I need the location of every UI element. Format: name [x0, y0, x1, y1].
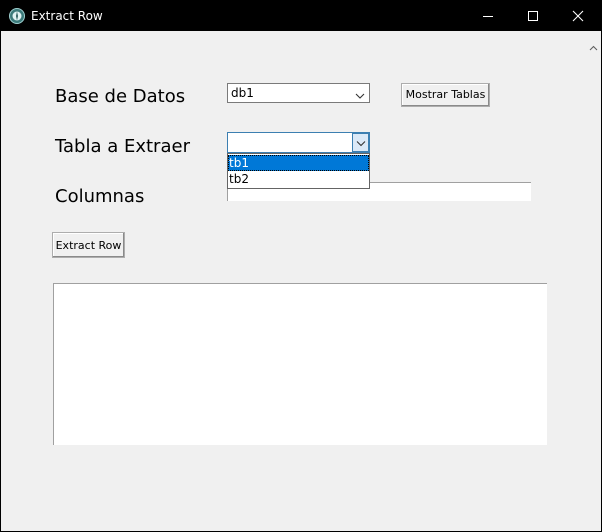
table-dropdown-list: tb1 tb2 [227, 153, 370, 189]
output-text-area[interactable] [53, 283, 547, 445]
maximize-icon [528, 11, 538, 21]
table-combobox-dropdown-button[interactable] [352, 133, 369, 152]
columns-label: Columnas [55, 186, 145, 207]
close-icon [572, 10, 584, 22]
extract-row-window: Extract Row Base de Datos db1 Mostrar Ta… [0, 0, 602, 532]
chevron-down-icon [355, 89, 365, 103]
chevron-down-icon [356, 141, 366, 147]
scroll-up-arrow-icon[interactable] [589, 36, 598, 55]
database-label: Base de Datos [55, 86, 186, 107]
database-combobox-value: db1 [231, 86, 254, 100]
dropdown-option-tb2[interactable]: tb2 [228, 171, 369, 187]
maximize-button[interactable] [510, 1, 556, 31]
vertical-scrollbar[interactable] [586, 31, 601, 531]
client-area: Base de Datos db1 Mostrar Tablas Tabla a… [1, 31, 601, 531]
python-feather-icon [9, 8, 25, 24]
show-tables-button[interactable]: Mostrar Tablas [401, 83, 490, 107]
dropdown-option-tb1[interactable]: tb1 [228, 155, 369, 171]
database-combobox[interactable]: db1 [227, 83, 370, 103]
minimize-button[interactable] [465, 1, 511, 31]
table-combobox[interactable] [227, 132, 370, 153]
extract-row-button[interactable]: Extract Row [52, 232, 125, 258]
table-label: Tabla a Extraer [55, 136, 190, 157]
title-bar[interactable]: Extract Row [1, 1, 601, 31]
window-title: Extract Row [31, 9, 103, 23]
minimize-icon [483, 16, 493, 17]
close-button[interactable] [555, 1, 601, 31]
